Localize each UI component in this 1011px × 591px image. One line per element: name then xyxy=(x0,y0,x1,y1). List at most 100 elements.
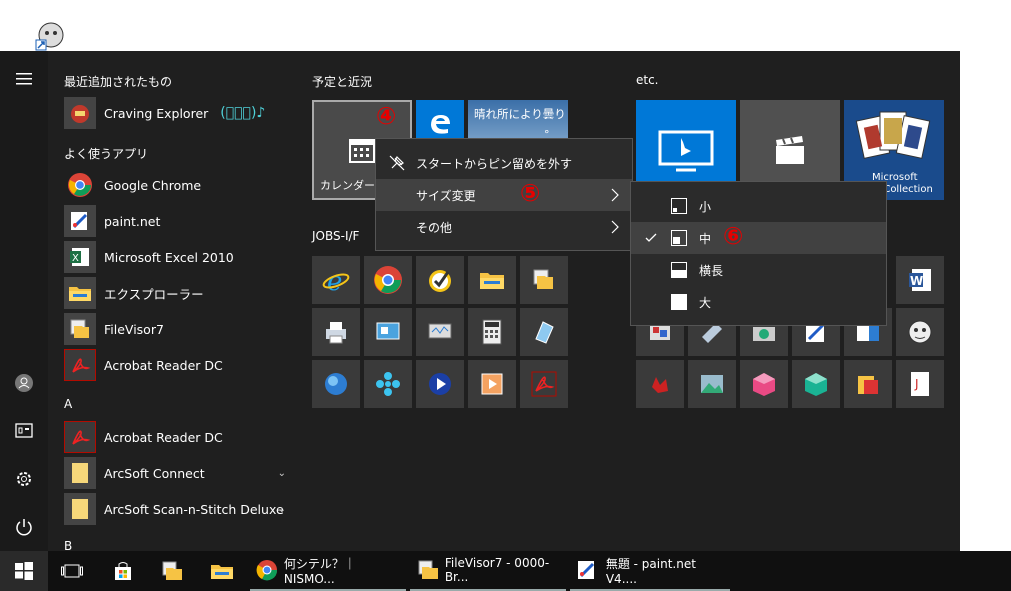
desktop-shortcut-icon[interactable] xyxy=(34,20,66,52)
menu-item-resize[interactable]: サイズ変更 ⑤ xyxy=(376,179,632,211)
menu-item-more[interactable]: その他 xyxy=(376,211,632,243)
size-large[interactable]: 大 xyxy=(631,286,886,318)
task-view-button[interactable] xyxy=(58,551,86,591)
tile-filevisor[interactable] xyxy=(520,256,568,304)
app-label: エクスプローラー xyxy=(104,286,204,302)
tile-calculator[interactable] xyxy=(468,308,516,356)
clapper-icon xyxy=(776,136,804,164)
size-wide[interactable]: 横長 xyxy=(631,254,886,286)
documents-icon[interactable] xyxy=(0,411,48,451)
app-arcsoft-scan[interactable]: ArcSoft Scan-n-Stitch Deluxe ⌄ xyxy=(64,492,294,526)
filevisor-icon xyxy=(418,560,438,579)
app-list: 最近追加されたもの Craving Explorer (ﾟ〜ﾟ)♪ よく使うアプ… xyxy=(48,51,303,551)
tile-ie[interactable]: e xyxy=(312,256,360,304)
chrome-icon xyxy=(64,169,96,201)
taskbar-store[interactable] xyxy=(110,551,136,591)
taskbar-filevisor[interactable] xyxy=(158,551,186,591)
size-label: 大 xyxy=(699,295,712,310)
app-label: FileVisor7 xyxy=(104,321,164,337)
app-paint-net[interactable]: paint.net xyxy=(64,204,294,238)
power-icon[interactable] xyxy=(0,507,48,547)
app-filevisor7[interactable]: FileVisor7 xyxy=(64,312,294,346)
splash-icon xyxy=(652,377,668,393)
tile-context-menu: スタートからピン留めを外す サイズ変更 ⑤ その他 xyxy=(375,138,633,251)
size-medium[interactable]: 中 ⑥ xyxy=(631,222,886,254)
folder-icon xyxy=(64,457,96,489)
annotation-6: ⑥ xyxy=(723,222,744,250)
taskbar-task-paintnet[interactable]: 無題 - paint.net V4.... xyxy=(570,551,730,591)
expand-chevron-icon[interactable]: ⌄ xyxy=(278,468,286,479)
svg-text:J: J xyxy=(914,377,919,391)
taskbar-task-filevisor[interactable]: FileVisor7 - 0000-Br... xyxy=(410,551,566,591)
recent-header: 最近追加されたもの xyxy=(64,75,173,89)
menu-item-label: スタートからピン留めを外す xyxy=(416,156,573,171)
folder-icon xyxy=(64,493,96,525)
paint-net-icon xyxy=(64,205,96,237)
tile-app-f[interactable] xyxy=(896,308,944,356)
app-explorer[interactable]: エクスプローラー xyxy=(64,276,294,310)
start-menu: 最近追加されたもの Craving Explorer (ﾟ〜ﾟ)♪ よく使うアプ… xyxy=(0,51,960,551)
tile-app-blue[interactable] xyxy=(520,308,568,356)
app-google-chrome[interactable]: Google Chrome xyxy=(64,168,294,202)
hamburger-menu-icon[interactable] xyxy=(0,59,48,99)
tile-app-globe[interactable] xyxy=(312,360,360,408)
tile-app-g[interactable] xyxy=(636,360,684,408)
video-player-icon xyxy=(481,373,503,395)
tile-app-video[interactable] xyxy=(468,360,516,408)
app-acrobat-reader[interactable]: Acrobat Reader DC xyxy=(64,348,294,382)
app-arcsoft-connect[interactable]: ArcSoft Connect ⌄ xyxy=(64,456,294,490)
tile-app-star[interactable] xyxy=(364,360,412,408)
app-acrobat-reader-a[interactable]: Acrobat Reader DC xyxy=(64,420,294,454)
tile-app-play[interactable] xyxy=(416,360,464,408)
expand-chevron-icon[interactable]: ⌄ xyxy=(278,504,286,515)
screen-icon xyxy=(376,322,400,340)
store-bag-icon xyxy=(115,562,131,580)
taskbar-explorer[interactable] xyxy=(208,551,236,591)
tile-app-l[interactable]: J xyxy=(896,360,944,408)
tile-norton[interactable] xyxy=(416,256,464,304)
app-excel-2010[interactable]: X Microsoft Excel 2010 xyxy=(64,240,294,274)
tile-app-i[interactable] xyxy=(740,360,788,408)
weather-label: 晴れ所により曇り xyxy=(474,107,566,121)
printer-icon xyxy=(326,322,346,344)
app-craving-explorer[interactable]: Craving Explorer (ﾟ〜ﾟ)♪ xyxy=(64,96,294,130)
svg-text:e: e xyxy=(327,267,342,294)
app-label: paint.net xyxy=(104,213,161,229)
globe-icon xyxy=(325,373,347,395)
size-large-icon xyxy=(671,294,687,310)
user-account-icon[interactable] xyxy=(0,363,48,403)
excel-icon: X xyxy=(64,241,96,273)
tile-explorer[interactable] xyxy=(468,256,516,304)
taskbar-task-chrome[interactable]: 何シテル？｜NISMO... xyxy=(250,551,406,591)
tile-app-monitor[interactable] xyxy=(416,308,464,356)
word-text: W xyxy=(910,274,923,288)
tile-app-k[interactable] xyxy=(844,360,892,408)
frequent-header: よく使うアプリ xyxy=(64,147,149,161)
group-header-jobs[interactable]: JOBS-I/F xyxy=(312,229,359,243)
menu-item-label: その他 xyxy=(416,220,453,235)
tile-app-j[interactable] xyxy=(792,360,840,408)
internet-explorer-icon: e xyxy=(322,267,350,294)
menu-item-unpin[interactable]: スタートからピン留めを外す xyxy=(376,147,632,179)
size-small[interactable]: 小 xyxy=(631,190,886,222)
calendar-icon xyxy=(349,139,375,163)
alpha-header-a[interactable]: A xyxy=(64,397,72,411)
group-header-schedule[interactable]: 予定と近況 xyxy=(312,73,372,90)
tile-acrobat[interactable] xyxy=(520,360,568,408)
cube-pink-icon xyxy=(753,373,775,396)
tile-label: カレンダー xyxy=(320,179,375,192)
alpha-header-b[interactable]: B xyxy=(64,539,72,551)
picture-icon xyxy=(701,375,723,393)
tile-app-screen[interactable] xyxy=(364,308,412,356)
start-button[interactable] xyxy=(0,551,48,591)
filevisor-icon xyxy=(533,269,553,289)
app-label: Acrobat Reader DC xyxy=(104,357,223,373)
chrome-icon xyxy=(256,560,278,581)
tile-chrome[interactable] xyxy=(364,256,412,304)
calculator-icon xyxy=(482,319,502,345)
tile-word[interactable]: W xyxy=(896,256,944,304)
tile-app-printer[interactable] xyxy=(312,308,360,356)
tile-app-h[interactable] xyxy=(688,360,736,408)
settings-gear-icon[interactable] xyxy=(0,459,48,499)
group-header-etc[interactable]: etc. xyxy=(636,73,659,87)
